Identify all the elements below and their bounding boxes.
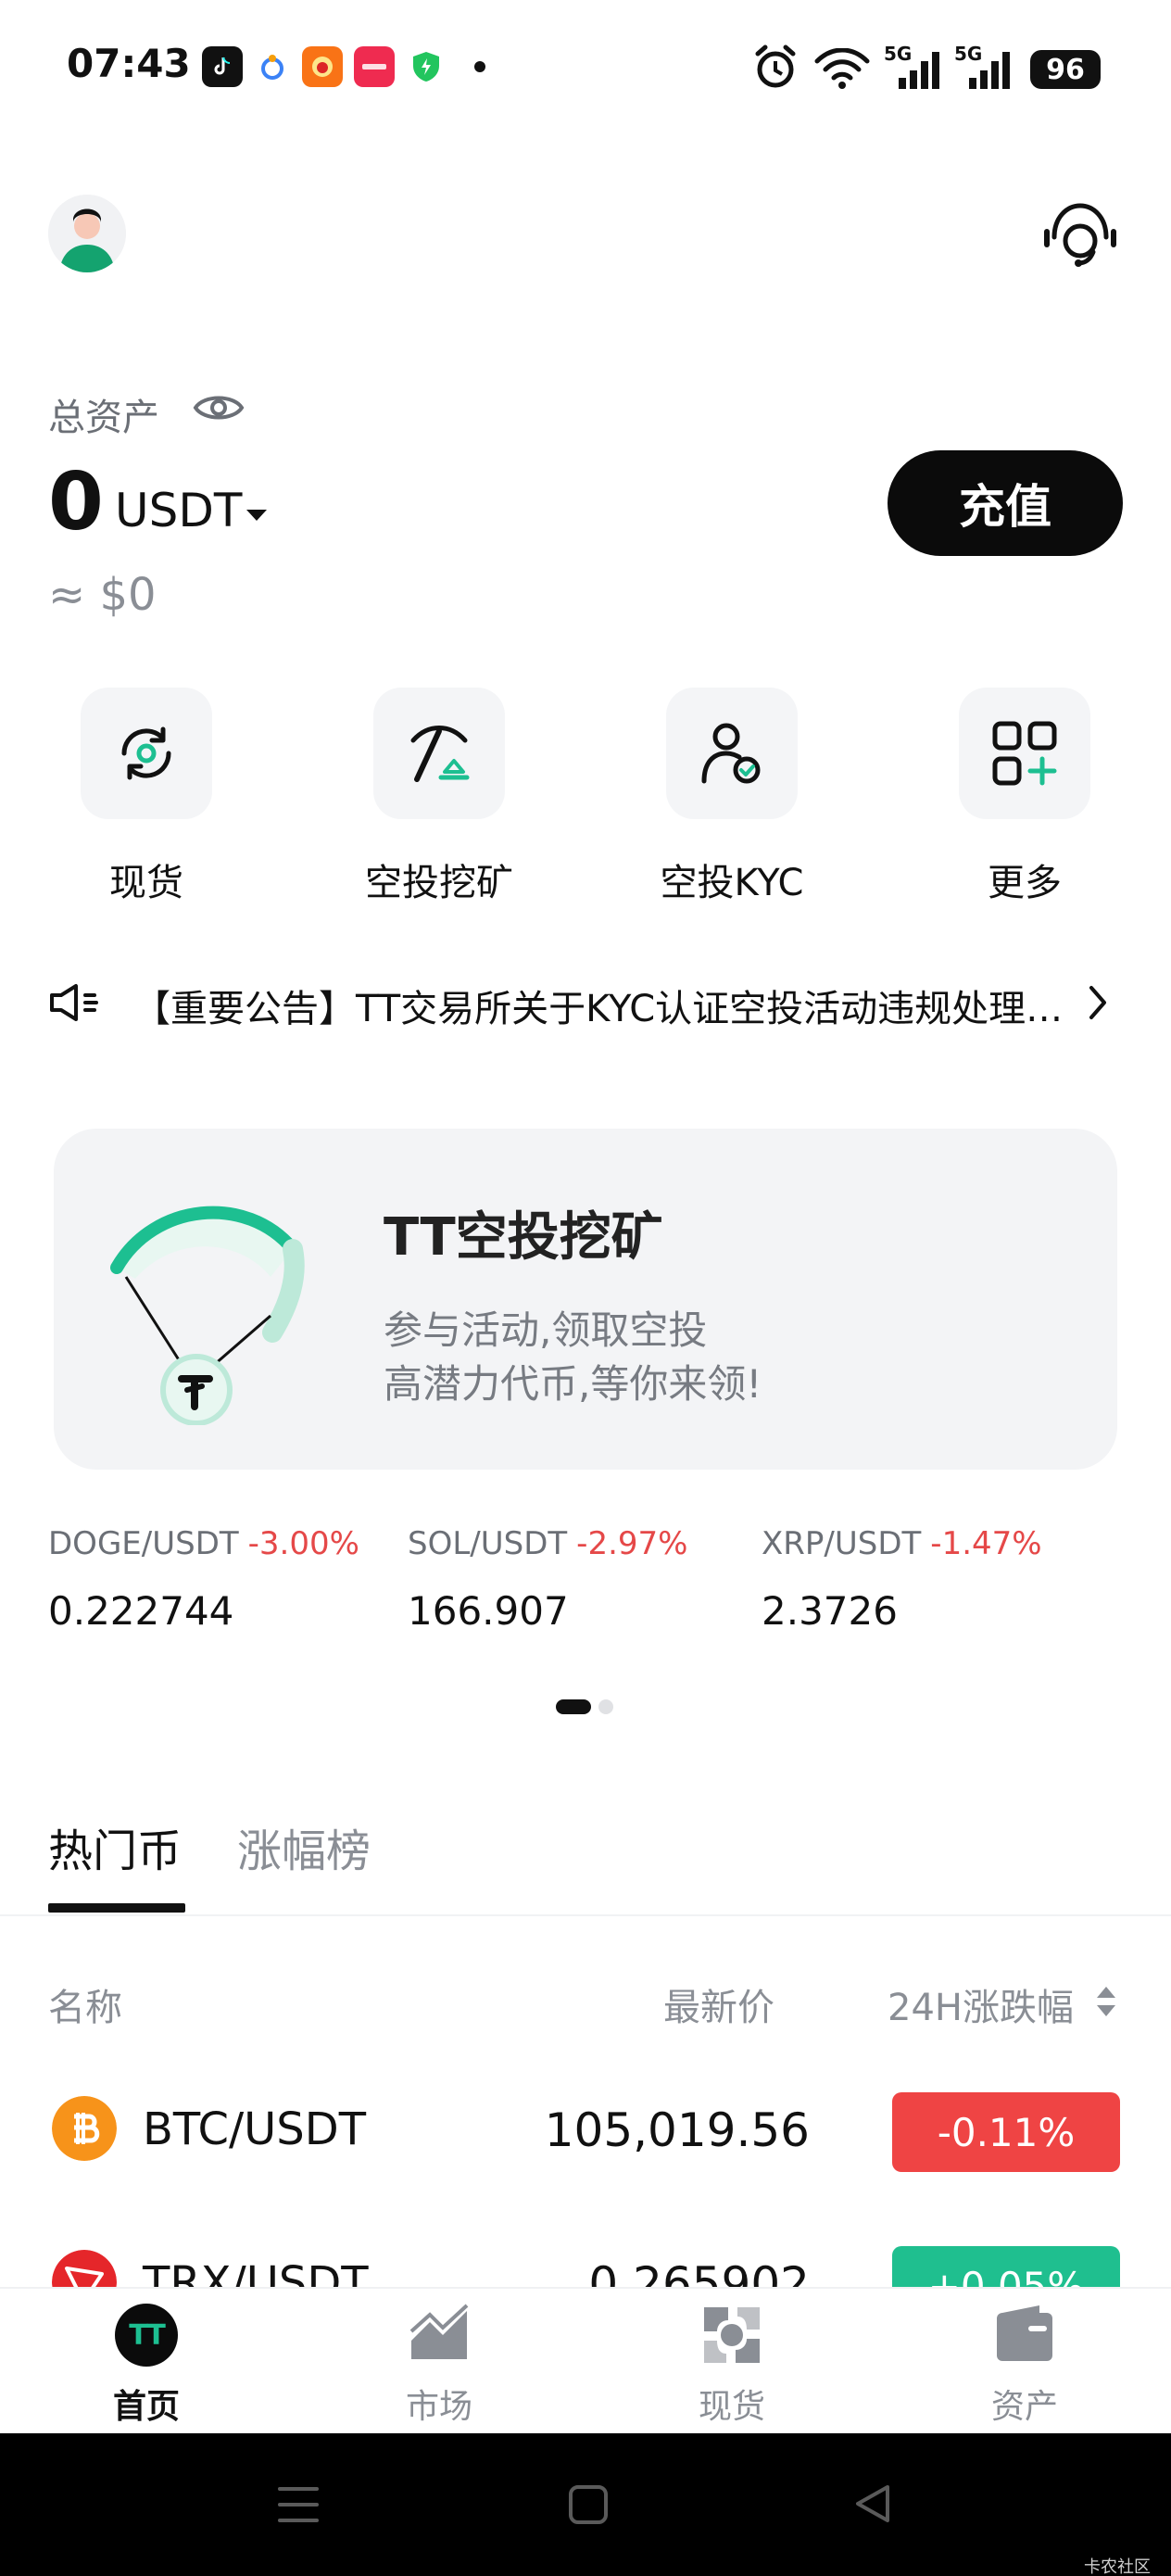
home-logo-text: TT — [129, 2318, 166, 2352]
battery-indicator: 96 — [1030, 50, 1101, 89]
announcement-text: 【重要公告】TT交易所关于KYC认证空投活动违规处理的公告 — [133, 988, 1069, 1030]
ticker-pair: DOGE/USDT — [48, 1525, 239, 1562]
nav-assets[interactable]: 资产 — [932, 2304, 1117, 2433]
bottom-navigation: TT 首页 市场 现货 资产 — [0, 2287, 1171, 2435]
chevron-right-icon — [1089, 986, 1106, 1019]
coin-price: 0.265902 — [588, 2257, 810, 2287]
change-badge: -0.11% — [892, 2092, 1120, 2172]
column-header-name: 名称 — [48, 1987, 122, 2029]
nav-spot[interactable]: 现货 — [639, 2304, 825, 2433]
user-verify-icon — [701, 723, 761, 784]
quick-action-airdrop-mining[interactable]: 空投挖矿 — [328, 688, 550, 910]
quick-action-more[interactable]: 更多 — [913, 688, 1136, 910]
chart-line-icon — [409, 2304, 469, 2359]
announcement-bar[interactable]: 【重要公告】TT交易所关于KYC认证空投活动违规处理的公告 — [48, 975, 1123, 1030]
avatar[interactable] — [48, 195, 126, 272]
tiktok-icon — [202, 46, 243, 87]
notification-dot-icon — [474, 61, 485, 72]
eye-icon[interactable] — [193, 389, 245, 426]
column-header-price[interactable]: 最新价 — [663, 1977, 774, 2031]
ticker-change: -1.47% — [930, 1525, 1042, 1562]
xiaohongshu-icon — [354, 46, 395, 87]
home-button-icon[interactable] — [567, 2483, 610, 2526]
pager-dot[interactable] — [598, 1699, 613, 1714]
tab-underline — [48, 1903, 185, 1913]
nav-label: 首页 — [112, 2388, 180, 2426]
caret-down-icon[interactable] — [246, 510, 267, 521]
airdrop-mining-banner[interactable]: TT空投挖矿 参与活动,领取空投 高潜力代币,等你来领! — [54, 1129, 1117, 1470]
balance-amount: 0 — [48, 456, 104, 549]
nav-market[interactable]: 市场 — [346, 2304, 532, 2433]
nav-label: 现货 — [698, 2388, 765, 2426]
home-logo-icon: TT — [115, 2304, 178, 2367]
total-assets-label: 总资产 — [48, 397, 159, 439]
ticker-price: 0.222744 — [48, 1588, 234, 1634]
coin-price: 105,019.56 — [544, 2103, 810, 2157]
column-header-change[interactable]: 24H涨跌幅 — [888, 1977, 1074, 2031]
exchange-icon — [121, 726, 171, 780]
ticker-change: -3.00% — [247, 1525, 359, 1562]
signal-icon-2 — [969, 52, 1010, 89]
watermark-text: 卡农社区 — [1084, 2557, 1151, 2576]
wallet-icon — [997, 2305, 1052, 2361]
status-time: 07:43 — [67, 41, 191, 86]
change-badge: +0.05% — [892, 2246, 1120, 2287]
wifi-icon — [814, 48, 870, 89]
banner-title: TT空投挖矿 — [384, 1207, 663, 1268]
parachute-icon — [110, 1206, 305, 1425]
food-app-icon — [302, 46, 343, 87]
ticker-sol[interactable]: SOL/USDT -2.97% 166.907 — [408, 1525, 760, 1634]
divider — [0, 1914, 1171, 1916]
menu-icon[interactable] — [276, 2483, 321, 2526]
quick-action-label: 现货 — [109, 862, 183, 904]
speaker-icon — [50, 984, 98, 1021]
quick-action-label: 空投挖矿 — [365, 862, 513, 904]
ticker-change: -2.97% — [576, 1525, 688, 1562]
app-icon — [252, 46, 293, 87]
signal-icon — [899, 52, 939, 89]
coin-pair: BTC/USDT — [143, 2103, 367, 2155]
alarm-icon — [755, 44, 796, 88]
quick-action-airdrop-kyc[interactable]: 空投KYC — [621, 688, 843, 910]
grid-plus-icon — [992, 721, 1057, 786]
quick-action-spot[interactable]: 现货 — [35, 688, 258, 910]
tab-gainers[interactable]: 涨幅榜 — [237, 1814, 371, 1879]
pickaxe-icon — [410, 726, 470, 782]
banner-subtitle-2: 高潜力代币,等你来领! — [384, 1361, 762, 1407]
status-bar: 07:43 5G 5G 96 — [0, 0, 1171, 139]
ticker-pair: SOL/USDT — [408, 1525, 568, 1562]
table-row[interactable]: BTC/USDT 105,019.56 -0.11% — [0, 2076, 1171, 2178]
nav-home[interactable]: TT 首页 — [54, 2304, 239, 2433]
currency-selector[interactable]: USDT — [115, 484, 242, 537]
ticker-pair: XRP/USDT — [762, 1525, 922, 1562]
ticker-price: 2.3726 — [762, 1588, 898, 1634]
nav-label: 资产 — [990, 2388, 1058, 2426]
quick-action-label: 更多 — [988, 862, 1062, 904]
back-icon[interactable] — [852, 2481, 893, 2526]
carousel-pager — [556, 1699, 617, 1714]
coin-pair: TRX/USDT — [143, 2257, 369, 2287]
shield-app-icon — [406, 46, 447, 87]
system-navigation-bar — [0, 2433, 1171, 2576]
user-avatar-icon — [48, 195, 126, 272]
balance-usd-value: ≈ $0 — [48, 569, 157, 621]
bitcoin-icon — [52, 2096, 117, 2161]
tab-hot-coins[interactable]: 热门币 — [48, 1814, 182, 1879]
nav-label: 市场 — [405, 2388, 472, 2426]
tron-icon — [52, 2250, 117, 2287]
quick-action-label: 空投KYC — [660, 862, 804, 904]
deposit-button[interactable]: 充值 — [888, 450, 1123, 556]
ticker-xrp[interactable]: XRP/USDT -1.47% 2.3726 — [762, 1525, 1114, 1634]
pager-dot-active[interactable] — [556, 1699, 591, 1714]
banner-subtitle: 参与活动,领取空投 — [384, 1307, 708, 1353]
spot-trade-icon — [704, 2307, 760, 2363]
customer-service-icon[interactable] — [1041, 200, 1119, 271]
sort-icon[interactable] — [1095, 1983, 1117, 2020]
ticker-price: 166.907 — [408, 1588, 569, 1634]
table-row[interactable]: TRX/USDT 0.265902 +0.05% — [0, 2229, 1171, 2287]
ticker-doge[interactable]: DOGE/USDT -3.00% 0.222744 — [48, 1525, 400, 1634]
